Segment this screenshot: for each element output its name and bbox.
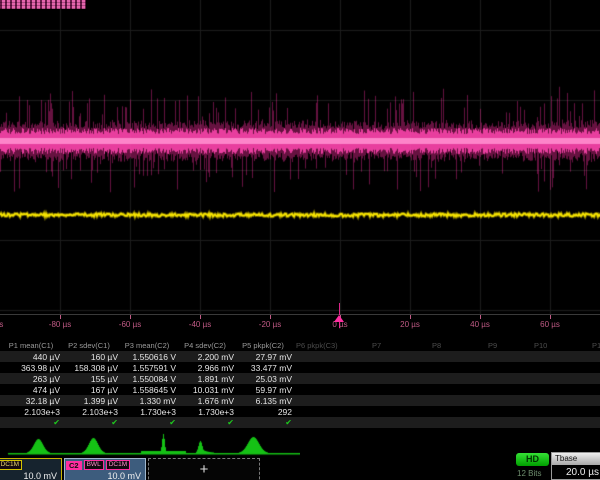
time-axis-label: -60 µs <box>119 320 141 329</box>
measure-value: 2.103e+3 <box>60 407 118 417</box>
top-left-trace-badge <box>0 0 86 9</box>
status-check-icon: ✔ <box>2 418 60 428</box>
time-axis-tick <box>270 315 271 319</box>
time-axis-tick <box>60 315 61 319</box>
param-header-disabled[interactable]: P7 <box>372 341 381 351</box>
channel-c1-descriptor[interactable]: C1 DC1M 10.0 mV <box>0 458 62 480</box>
measure-value: 160 µV <box>60 352 118 362</box>
param-header[interactable]: P2 sdev(C1) <box>60 341 118 351</box>
time-axis-tick <box>480 315 481 319</box>
timebase-value: 20.0 µs <box>566 467 599 478</box>
c2-coupling-chip: DC1M <box>106 460 130 470</box>
c2-label: C2 <box>66 461 82 470</box>
time-axis-label: 20 µs <box>400 320 420 329</box>
measure-value: 32.18 µV <box>2 396 60 406</box>
c2-volts-per-div: 10.0 mV <box>107 471 141 480</box>
measure-value: 1.891 mV <box>176 374 234 384</box>
measure-value: 363.98 µV <box>2 363 60 373</box>
trigger-marker-stem <box>339 322 340 328</box>
status-check-icon: ✔ <box>176 418 234 428</box>
measure-value: 27.97 mV <box>234 352 292 362</box>
measure-value: 1.730e+3 <box>118 407 176 417</box>
trigger-marker-triangle-icon <box>334 315 344 322</box>
plus-icon: + <box>149 461 259 478</box>
time-axis-label: 40 µs <box>470 320 490 329</box>
time-axis-line <box>0 314 600 315</box>
time-axis-label: -80 µs <box>49 320 71 329</box>
measure-value: 1.399 µV <box>60 396 118 406</box>
status-check-icon: ✔ <box>118 418 176 428</box>
measure-value: 2.200 mV <box>176 352 234 362</box>
param-header[interactable]: P4 sdev(C2) <box>176 341 234 351</box>
measure-value: 2.966 mV <box>176 363 234 373</box>
time-axis-label: 60 µs <box>540 320 560 329</box>
measure-value: 155 µV <box>60 374 118 384</box>
measure-value: 1.676 mV <box>176 396 234 406</box>
param-header-disabled[interactable]: P6 pkpk(C3) <box>296 341 338 351</box>
measure-value: 158.308 µV <box>60 363 118 373</box>
param-header-disabled[interactable]: P10 <box>534 341 547 351</box>
measure-value: 1.550084 V <box>118 374 176 384</box>
param-header[interactable]: P1 mean(C1) <box>2 341 60 351</box>
parameter-histicons <box>0 430 300 458</box>
c2-bandwidth-limit-chip: BWL <box>84 460 104 470</box>
measure-value: 59.97 mV <box>234 385 292 395</box>
time-axis-label: -40 µs <box>189 320 211 329</box>
measure-value: 1.330 mV <box>118 396 176 406</box>
measure-value: 10.031 mV <box>176 385 234 395</box>
measure-value: 2.103e+3 <box>2 407 60 417</box>
timebase-title: Tbase <box>552 453 600 465</box>
measure-value: 292 <box>234 407 292 417</box>
param-header-disabled[interactable]: P9 <box>488 341 497 351</box>
measure-value: 1.557591 V <box>118 363 176 373</box>
time-axis-label: -20 µs <box>259 320 281 329</box>
hd-bits-label: 12 Bits <box>517 469 541 478</box>
measure-value: 33.477 mV <box>234 363 292 373</box>
measure-value: 1.730e+3 <box>176 407 234 417</box>
time-axis-tick <box>200 315 201 319</box>
time-axis-tick <box>410 315 411 319</box>
measure-value: 6.135 mV <box>234 396 292 406</box>
measure-value: 1.550616 V <box>118 352 176 362</box>
oscilloscope-screen: -100 µs-80 µs-60 µs-40 µs-20 µs0 µs20 µs… <box>0 0 600 480</box>
trigger-position-marker[interactable] <box>334 303 345 329</box>
time-axis-tick <box>130 315 131 319</box>
trigger-marker-stem <box>339 303 340 315</box>
c1-coupling-chip: DC1M <box>0 460 22 470</box>
channel-c2-descriptor[interactable]: C2 BWL DC1M 10.0 mV <box>64 458 146 480</box>
status-check-icon: ✔ <box>60 418 118 428</box>
param-header[interactable]: P5 pkpk(C2) <box>234 341 292 351</box>
measure-value: 440 µV <box>2 352 60 362</box>
param-header-disabled[interactable]: P8 <box>432 341 441 351</box>
waveform-display[interactable] <box>0 0 600 316</box>
measure-value: 263 µV <box>2 374 60 384</box>
measure-value: 474 µV <box>2 385 60 395</box>
hd-mode-badge[interactable]: HD <box>516 453 549 466</box>
timebase-descriptor[interactable]: Tbase 20.0 µs <box>551 452 600 480</box>
c1-volts-per-div: 10.0 mV <box>23 471 57 480</box>
time-axis-label: -100 µs <box>0 320 3 329</box>
param-header[interactable]: P3 mean(C2) <box>118 341 176 351</box>
param-header-disabled[interactable]: P11 <box>592 341 600 351</box>
measure-value: 167 µV <box>60 385 118 395</box>
measure-value: 25.03 mV <box>234 374 292 384</box>
time-axis-tick <box>550 315 551 319</box>
add-trace-button[interactable]: + <box>148 458 260 480</box>
status-check-icon: ✔ <box>234 418 292 428</box>
measure-value: 1.558645 V <box>118 385 176 395</box>
